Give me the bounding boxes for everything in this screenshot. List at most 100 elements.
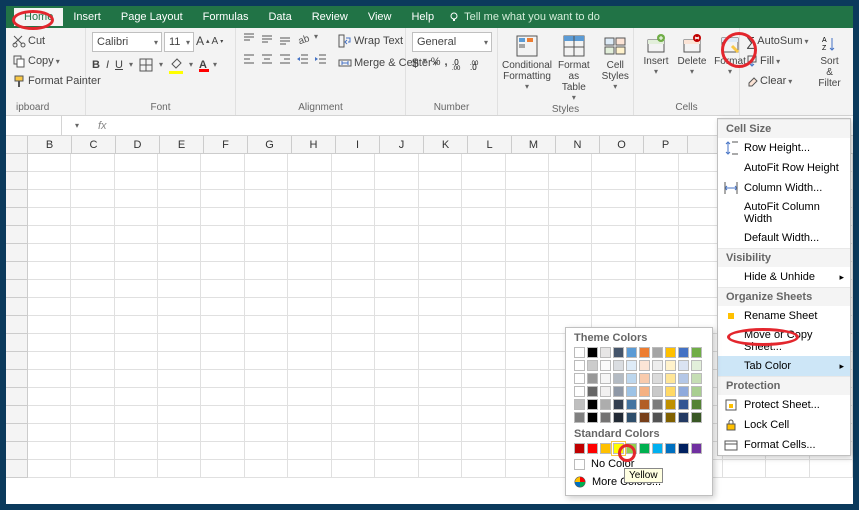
cell[interactable] [288,460,331,478]
tell-me-search[interactable]: Tell me what you want to do [448,11,600,23]
color-swatch[interactable] [678,443,689,454]
cell[interactable] [462,208,505,226]
color-swatch[interactable] [574,360,585,371]
cell[interactable] [419,388,462,406]
cell[interactable] [158,154,201,172]
delete-cells-button[interactable]: Delete▾ [676,32,708,78]
cell[interactable] [332,316,375,334]
cell[interactable] [201,262,244,280]
number-format-select[interactable]: General [412,32,492,52]
cell[interactable] [71,244,114,262]
cell[interactable] [462,280,505,298]
cell[interactable] [201,190,244,208]
cell[interactable] [28,280,71,298]
cell[interactable] [288,352,331,370]
cell[interactable] [115,208,158,226]
cell[interactable] [419,172,462,190]
cell[interactable] [332,280,375,298]
cell[interactable] [201,280,244,298]
cell[interactable] [332,442,375,460]
tab-page-layout[interactable]: Page Layout [111,8,193,26]
cell[interactable] [28,424,71,442]
column-header[interactable]: C [72,136,116,153]
cell[interactable] [28,334,71,352]
color-swatch[interactable] [678,360,689,371]
cell[interactable] [245,172,288,190]
cell[interactable] [462,262,505,280]
row-header[interactable] [6,442,28,460]
format-as-table-button[interactable]: Format as Table▾ [554,32,594,104]
row-header[interactable] [6,460,28,478]
column-header[interactable]: I [336,136,380,153]
row-header[interactable] [6,424,28,442]
cell[interactable] [506,388,549,406]
cell[interactable] [115,154,158,172]
row-header[interactable] [6,190,28,208]
cell[interactable] [158,388,201,406]
comma-format-button[interactable]: , [444,56,447,70]
color-swatch[interactable] [652,399,663,410]
row-header[interactable] [6,370,28,388]
cell[interactable] [506,334,549,352]
cell[interactable] [28,172,71,190]
namebox-dropdown[interactable]: ▾ [75,121,79,130]
cell[interactable] [462,370,505,388]
bold-button[interactable]: B [92,59,100,71]
cell[interactable] [71,424,114,442]
color-swatch[interactable] [613,399,624,410]
color-swatch[interactable] [678,412,689,423]
tab-formulas[interactable]: Formulas [193,8,259,26]
color-swatch[interactable] [587,386,598,397]
cell[interactable] [71,208,114,226]
cell[interactable] [462,244,505,262]
color-swatch[interactable] [652,412,663,423]
font-color-button[interactable]: A [199,59,207,71]
color-swatch[interactable] [678,386,689,397]
cell[interactable] [419,208,462,226]
cell[interactable] [549,280,592,298]
cell[interactable] [506,244,549,262]
column-header[interactable]: F [204,136,248,153]
cell[interactable] [115,244,158,262]
color-swatch[interactable] [691,360,702,371]
cell[interactable] [462,316,505,334]
cell[interactable] [245,370,288,388]
align-center-button[interactable] [260,52,274,66]
cell[interactable] [71,154,114,172]
color-swatch[interactable] [574,443,585,454]
cell[interactable] [28,388,71,406]
cell[interactable] [375,262,418,280]
cell[interactable] [636,154,679,172]
color-swatch[interactable] [574,386,585,397]
cell[interactable] [201,406,244,424]
cell[interactable] [506,352,549,370]
cell[interactable] [462,334,505,352]
cell[interactable] [506,208,549,226]
color-swatch[interactable] [587,412,598,423]
color-swatch[interactable] [665,373,676,384]
select-all-corner[interactable] [6,136,28,153]
row-header[interactable] [6,244,28,262]
cell[interactable] [419,280,462,298]
column-header[interactable]: D [116,136,160,153]
decrease-decimal-button[interactable]: .00.0 [470,56,484,70]
color-swatch[interactable] [600,373,611,384]
color-swatch[interactable] [587,399,598,410]
cell[interactable] [288,208,331,226]
cell[interactable] [201,352,244,370]
cell[interactable] [201,388,244,406]
menu-row-height[interactable]: Row Height... [718,138,850,158]
cell[interactable] [375,154,418,172]
cell[interactable] [549,154,592,172]
color-swatch[interactable] [600,347,611,358]
cell[interactable] [375,244,418,262]
row-header[interactable] [6,388,28,406]
font-size-select[interactable]: 11 [164,32,194,52]
color-swatch[interactable] [652,373,663,384]
color-swatch[interactable] [613,386,624,397]
cell[interactable] [332,370,375,388]
cell[interactable] [506,424,549,442]
cell[interactable] [636,262,679,280]
cell[interactable] [506,172,549,190]
cell[interactable] [201,334,244,352]
